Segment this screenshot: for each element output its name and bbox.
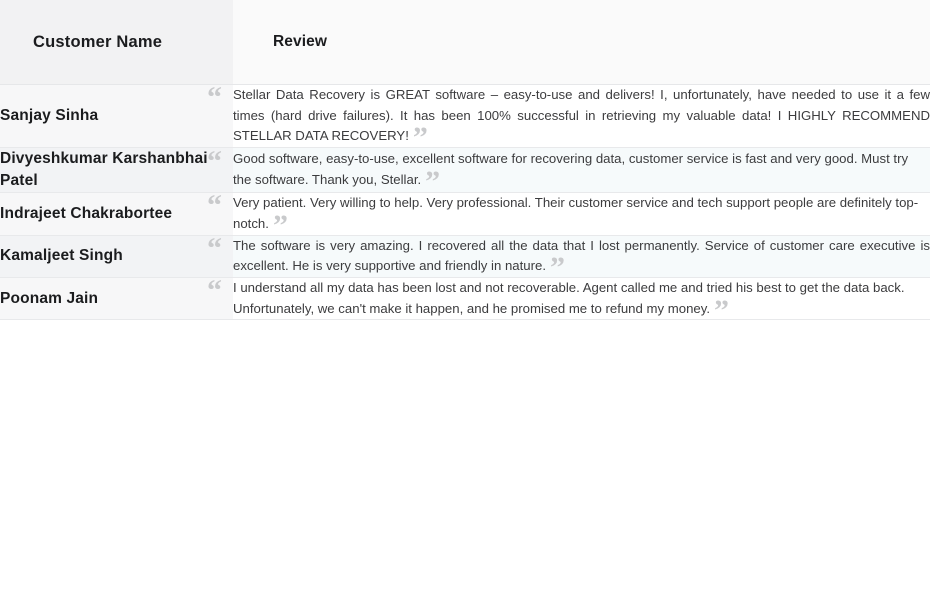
table-row: Sanjay Sinha “ Stellar Data Recovery is GR…: [0, 81, 930, 155]
table-body: Sanjay Sinha “Stellar Data Recovery is GR…: [0, 81, 930, 327]
cell-customer-name: Sanjay Sinha: [0, 84, 233, 149]
cell-review: “ Very patient. Very willing to help. Ver…: [207, 189, 930, 242]
column-header-review: Review: [233, 0, 930, 85]
cell-review: “ The software is very amazing. I recover…: [207, 231, 930, 285]
cell-customer-name: Poonam Jain: [0, 277, 233, 321]
review-quote: “ Stellar Data Recovery is GREAT software…: [207, 81, 930, 155]
table-header-row: Customer Name Review: [0, 0, 930, 85]
table-row: Kamaljeet Singh “ The software is very ama…: [0, 231, 930, 285]
table-header: Customer Name Review: [0, 0, 930, 85]
cell-review: “ I understand all my data has been lost …: [207, 274, 930, 327]
cell-review: “ Stellar Data Recovery is GREAT software…: [207, 81, 930, 155]
quote-open-icon: “: [207, 231, 222, 265]
review-quote: “ I understand all my data has been lost …: [207, 274, 905, 327]
review-text: The software is very amazing. I recovere…: [233, 237, 930, 274]
review-quote: “ Good software, easy-to-use, excellent s…: [207, 145, 909, 199]
review-text: I understand all my data has been lost a…: [233, 280, 905, 316]
cell-customer-name: Kamaljeet Singh: [0, 235, 233, 279]
review-text: Stellar Data Recovery is GREAT software …: [233, 87, 930, 144]
column-header-customer-name: Customer Name: [0, 0, 233, 85]
quote-open-icon: “: [207, 145, 222, 179]
table-row: Poonam Jain “ I understand all my data has…: [0, 274, 930, 327]
table-row: Divyeshkumar Karshanbhai Patel “ Good soft…: [0, 145, 930, 199]
cell-review: “ Good software, easy-to-use, excellent s…: [207, 145, 930, 199]
review-quote: “ Very patient. Very willing to help. Ver…: [207, 189, 919, 242]
review-text: Very patient. Very willing to help. Very…: [233, 195, 919, 231]
table-row: Indrajeet Chakrabortee “ Very patient. Ver…: [0, 189, 930, 242]
customer-reviews-table: Customer Name Review Sanjay Sinha “Stella…: [0, 0, 930, 327]
quote-open-icon: “: [207, 274, 222, 308]
cell-customer-name: Divyeshkumar Karshanbhai Patel: [0, 147, 233, 194]
cell-customer-name: Indrajeet Chakrabortee: [0, 192, 233, 236]
review-quote: “ The software is very amazing. I recover…: [207, 231, 930, 285]
review-text: Good software, easy-to-use, excellent so…: [233, 151, 909, 188]
quote-open-icon: “: [207, 189, 222, 223]
quote-open-icon: “: [207, 81, 222, 114]
